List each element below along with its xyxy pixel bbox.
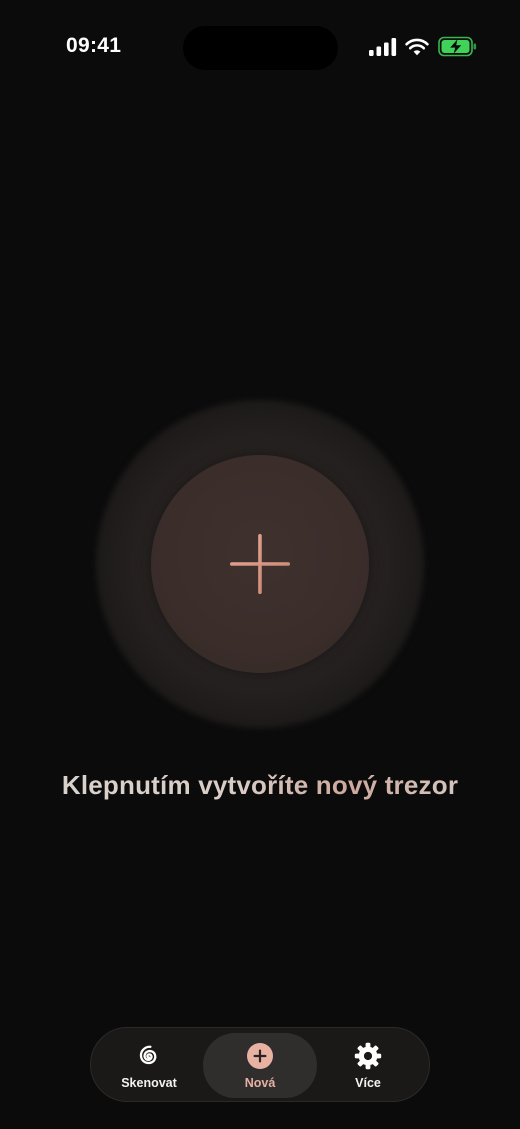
spiral-scan-icon: [139, 1045, 157, 1064]
tab-new-label: Nová: [244, 1075, 276, 1090]
gear-icon: [354, 1042, 382, 1069]
create-vault-button[interactable]: [151, 455, 369, 673]
hint-label: Klepnutím vytvoříte nový trezor: [61, 770, 459, 800]
status-bar: 09:41: [0, 0, 520, 96]
wifi-icon: [405, 38, 429, 56]
tab-new[interactable]: Nová: [203, 1033, 317, 1098]
status-time: 09:41: [66, 34, 122, 57]
tab-more[interactable]: Více: [311, 1033, 425, 1098]
create-vault-hint: Klepnutím vytvoříte nový trezor: [0, 770, 520, 801]
plus-circle-icon: [247, 1042, 273, 1069]
tab-bar: Skenovat Nová Více: [90, 1027, 430, 1102]
plus-icon: [230, 534, 290, 594]
cellular-signal-icon: [369, 38, 397, 56]
battery-charging-icon: [438, 36, 477, 57]
dynamic-island: [183, 26, 338, 70]
tab-scan-label: Skenovat: [121, 1075, 177, 1090]
tab-scan[interactable]: Skenovat: [92, 1033, 206, 1098]
tab-more-label: Více: [355, 1075, 381, 1090]
